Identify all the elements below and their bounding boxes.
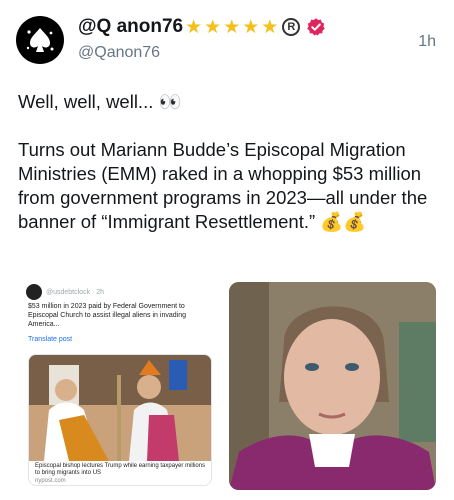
star-icon: ★ [185,16,203,38]
embedded-header: @usdebtclock · 2h [26,284,104,300]
post-line-1: Well, well, well... 👀 [18,91,182,112]
portrait-image [229,282,436,490]
post-body: Well, well, well... 👀 Turns out Mariann … [18,90,438,234]
news-source: nypost.com [35,478,66,484]
star-icon: ★ [242,16,260,38]
portrait-photo[interactable] [229,282,436,490]
post-timestamp[interactable]: 1h [418,33,436,51]
author-avatar[interactable] [16,16,64,64]
embedded-text: $53 million in 2023 paid by Federal Gove… [28,303,186,328]
star-icon: ★ [204,16,222,38]
verified-badge-icon [307,18,326,36]
registered-icon: R [282,18,301,36]
news-card: Episcopal bishop lectures Trump while ea… [28,354,212,486]
translate-link: Translate post [28,336,73,343]
star-icon: ★ [261,16,279,38]
author-name-row: @Q anon76 ★ ★ ★ ★ ★ R [78,16,326,38]
news-photo [29,355,211,461]
author-display-name[interactable]: @Q anon76 [78,16,183,38]
embedded-user: @usdebtclock · 2h [46,288,105,296]
embedded-avatar [26,284,42,300]
post-line-2: Turns out Mariann Budde’s Episcopal Migr… [18,139,428,232]
embedded-post-screenshot[interactable]: @usdebtclock · 2h $53 million in 2023 pa… [18,282,220,490]
spade-splash-icon [26,28,54,52]
star-icon: ★ [223,16,241,38]
news-caption: Episcopal bishop lectures Trump while ea… [35,463,206,476]
author-handle[interactable]: @Qanon76 [78,44,160,62]
